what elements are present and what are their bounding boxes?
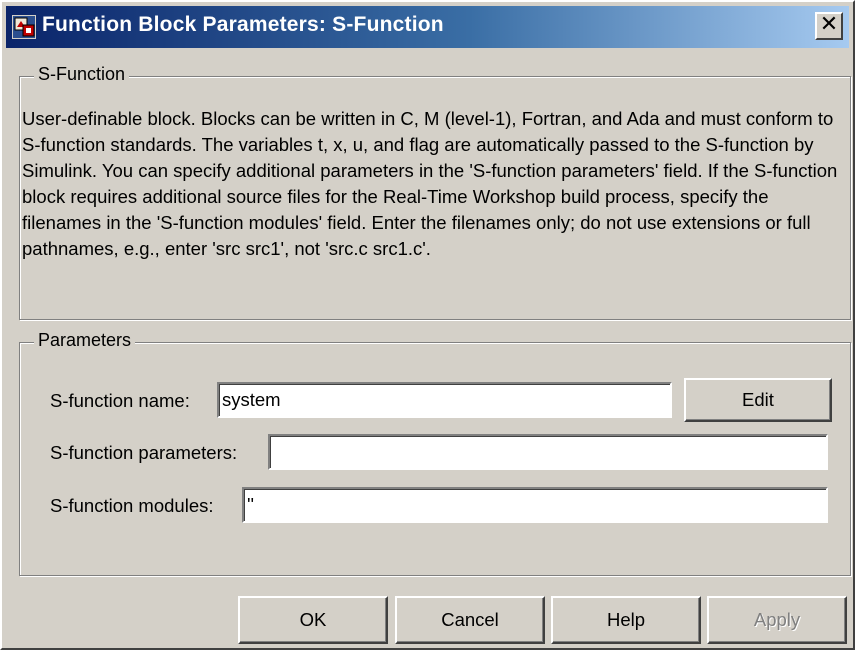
s-function-modules-input[interactable]: '' xyxy=(242,487,828,523)
function-block-parameters-dialog: Function Block Parameters: S-Function ✕ … xyxy=(0,0,855,650)
close-button[interactable]: ✕ xyxy=(815,12,843,40)
cancel-button[interactable]: Cancel xyxy=(395,596,545,644)
title-bar[interactable]: Function Block Parameters: S-Function ✕ xyxy=(6,6,849,48)
s-function-modules-label: S-function modules: xyxy=(50,495,214,516)
edit-button[interactable]: Edit xyxy=(684,378,832,422)
ok-button[interactable]: OK xyxy=(238,596,388,644)
s-function-name-input[interactable]: system xyxy=(217,382,672,418)
s-function-parameters-label: S-function parameters: xyxy=(50,442,238,463)
help-button[interactable]: Help xyxy=(551,596,701,644)
simulink-block-icon xyxy=(12,15,36,39)
parameters-group-legend: Parameters xyxy=(34,330,136,351)
close-icon: ✕ xyxy=(819,12,839,37)
apply-button[interactable]: Apply xyxy=(707,596,847,644)
window-title: Function Block Parameters: S-Function xyxy=(42,13,444,36)
description-group-legend: S-Function xyxy=(34,64,130,85)
s-function-name-label: S-function name: xyxy=(50,390,190,411)
s-function-parameters-input[interactable] xyxy=(268,434,828,470)
block-description: User-definable block. Blocks can be writ… xyxy=(22,108,838,259)
